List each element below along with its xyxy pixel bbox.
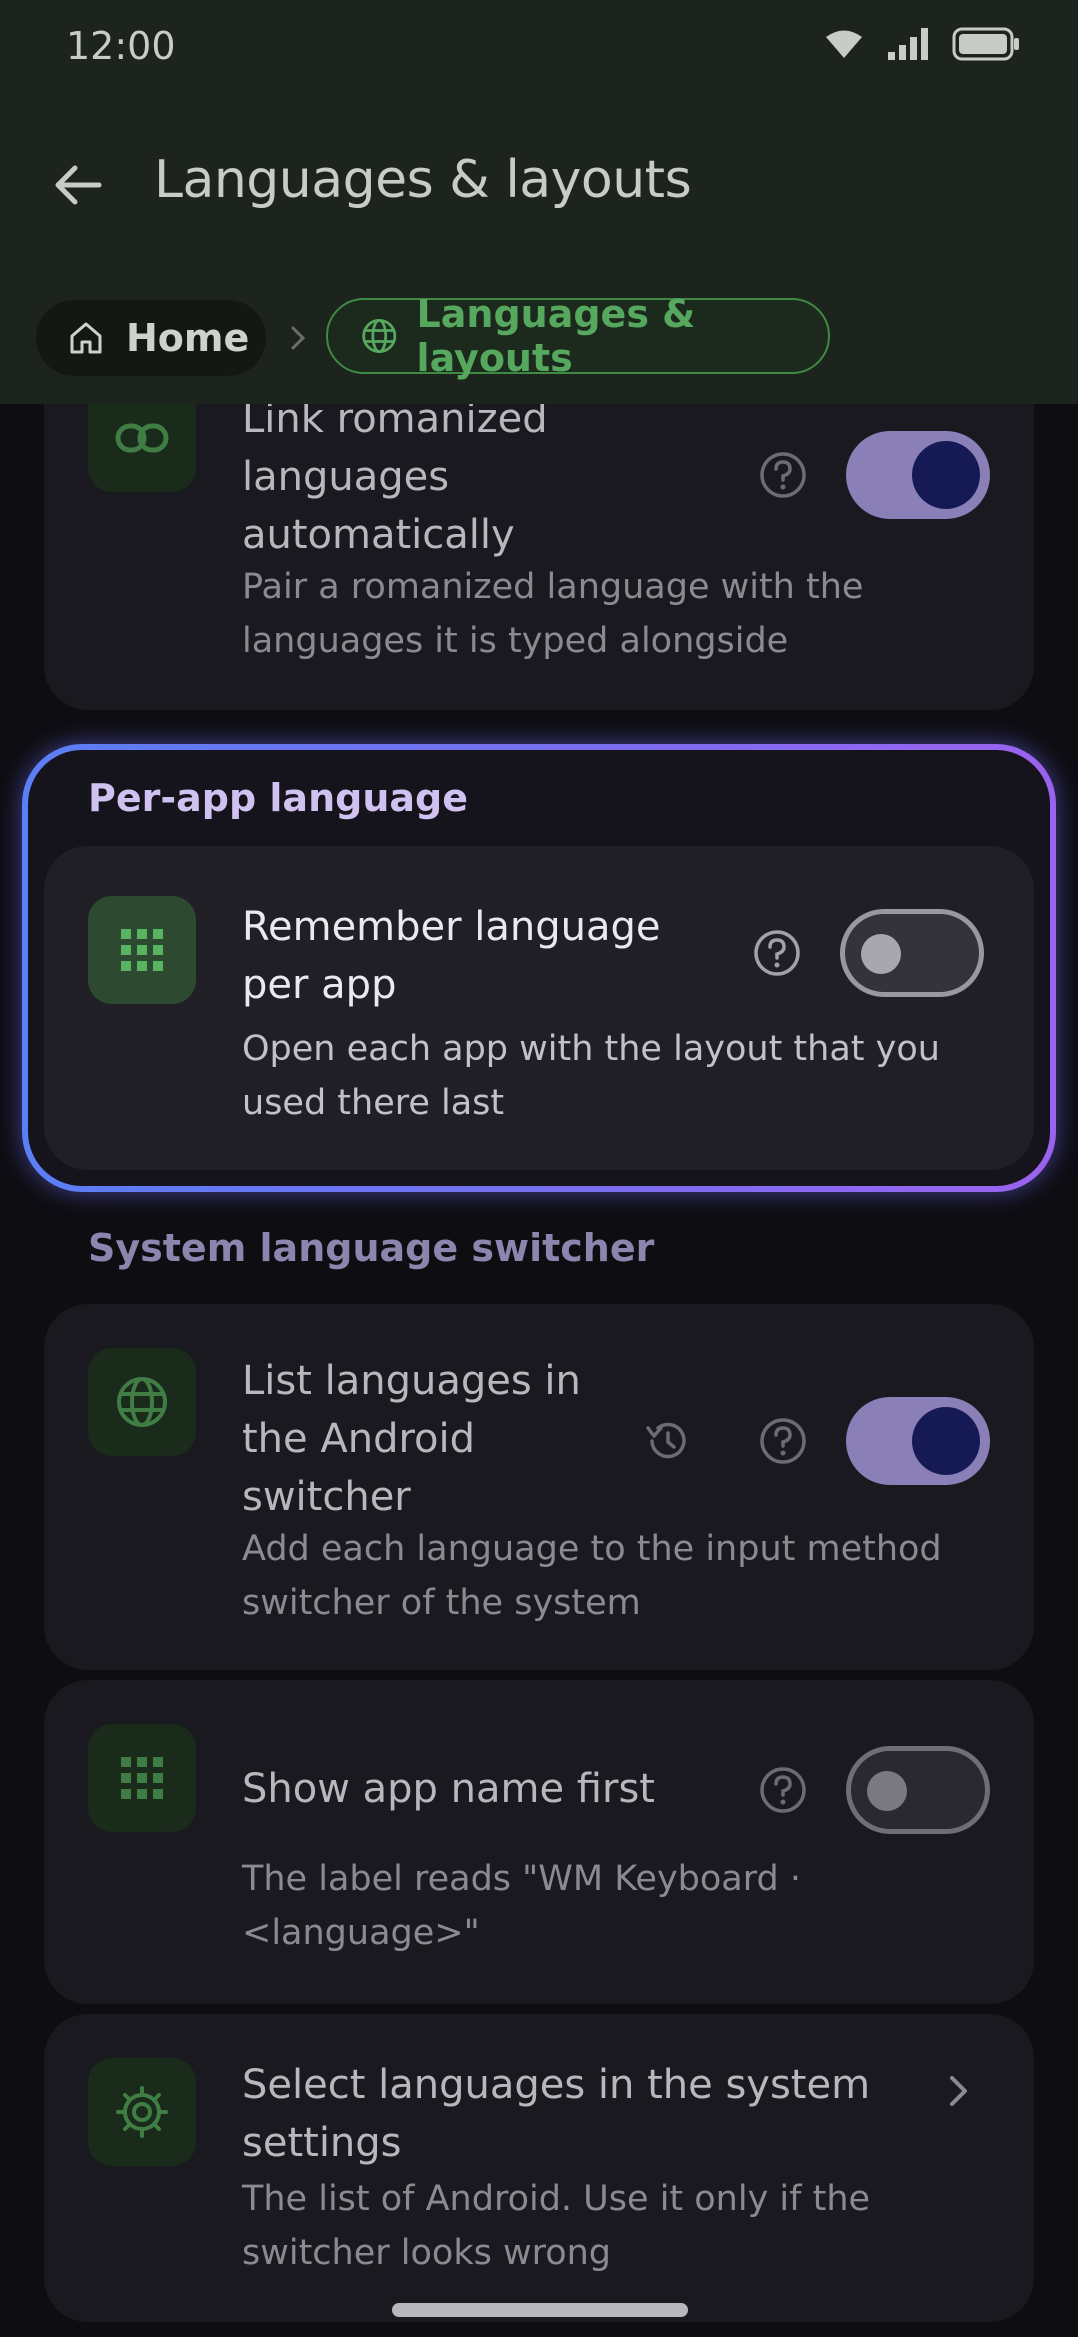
help-icon[interactable] [758,1765,808,1815]
toggle-switch[interactable] [846,431,990,519]
setting-title: Select languages in the system settings [242,2062,871,2166]
toggle-switch[interactable] [840,909,984,997]
app-header: 12:00 Languages & layouts Home Languages… [0,0,1078,404]
toggle-knob [912,1407,980,1475]
setting-subtitle: Open each app with the layout that you u… [242,1029,940,1123]
per-app-section: Per-app language Remember language per a… [28,750,1050,1186]
back-arrow-icon [55,165,102,205]
highlighted-section-per-app: Per-app language Remember language per a… [22,744,1056,1192]
gear-icon [116,2086,168,2138]
status-icons [824,26,1020,62]
link-icon [115,423,169,453]
section-title-per-app: Per-app language [88,776,468,820]
gesture-home-bar[interactable] [392,2303,688,2317]
battery-icon [952,27,1019,61]
globe-icon [117,1377,167,1427]
toggle-knob [861,934,901,974]
toggle-knob [912,441,980,509]
setting-title: List languages in the Android switcher [242,1358,581,1520]
row-icon [88,896,196,1004]
help-icon[interactable] [758,1416,808,1466]
setting-card-list-languages[interactable]: List languages in the Android switcher A… [44,1304,1034,1670]
setting-card-select-languages[interactable]: Select languages in the system settings … [44,2014,1034,2322]
row-icon [88,1348,196,1456]
globe-icon [362,319,397,353]
grid-icon [121,1757,163,1799]
setting-card-remember-language[interactable]: Remember language per app Open each app … [44,846,1034,1170]
history-icon[interactable] [642,1416,692,1466]
toggle-knob [867,1771,907,1811]
setting-title: Show app name first [242,1766,655,1812]
status-time: 12:00 [66,24,176,68]
row-icon [88,2058,196,2166]
row-icon [88,1724,196,1832]
section-title-system-switcher: System language switcher [88,1226,655,1270]
wifi-icon [826,30,862,58]
setting-subtitle: The list of Android. Use it only if the … [242,2179,871,2273]
setting-subtitle: The label reads "WM Keyboard · <language… [242,1859,801,1953]
breadcrumb-current-label: Languages & layouts [416,292,696,380]
toggle-switch[interactable] [846,1397,990,1485]
chevron-right-icon[interactable] [934,2066,984,2116]
chevron-right-icon [291,326,306,350]
home-icon [70,322,102,354]
back-button[interactable] [48,150,108,220]
setting-card-show-app-name[interactable]: Show app name first The label reads "WM … [44,1680,1034,2004]
toggle-switch[interactable] [846,1746,990,1834]
breadcrumb-current[interactable]: Languages & layouts [326,292,830,380]
setting-subtitle: Add each language to the input method sw… [242,1529,942,1623]
breadcrumb-home-label: Home [126,316,250,360]
setting-title: Link romanized languages automatically [242,396,548,558]
page-title: Languages & layouts [154,150,692,210]
help-icon[interactable] [758,450,808,500]
help-icon[interactable] [752,928,802,978]
setting-subtitle: Pair a romanized language with the langu… [242,567,864,661]
breadcrumb-home[interactable]: Home [36,300,266,376]
signal-icon [888,28,928,60]
setting-title: Remember language per app [242,904,661,1008]
grid-icon [121,929,163,971]
